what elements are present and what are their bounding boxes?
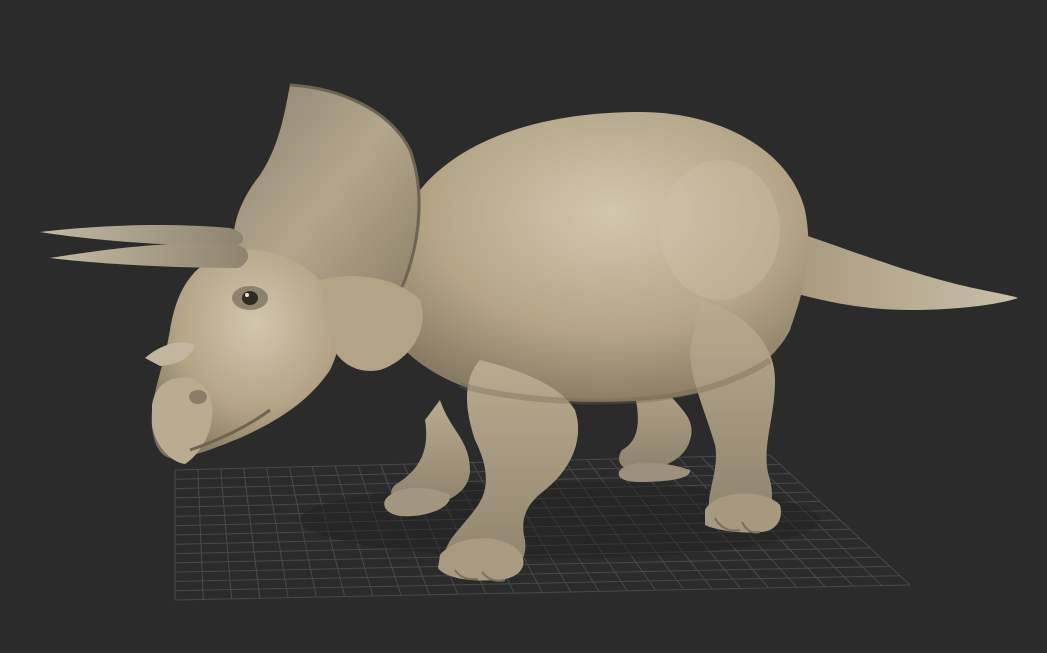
brow-horn-upper xyxy=(40,225,244,246)
eye xyxy=(242,291,258,305)
tail xyxy=(790,230,1018,310)
nostril xyxy=(189,390,207,404)
3d-viewport[interactable] xyxy=(0,0,1047,653)
viewport-canvas[interactable] xyxy=(0,0,1047,653)
hip-highlight xyxy=(660,160,780,300)
brow-horn-lower xyxy=(50,243,249,268)
eye-highlight xyxy=(245,293,249,297)
